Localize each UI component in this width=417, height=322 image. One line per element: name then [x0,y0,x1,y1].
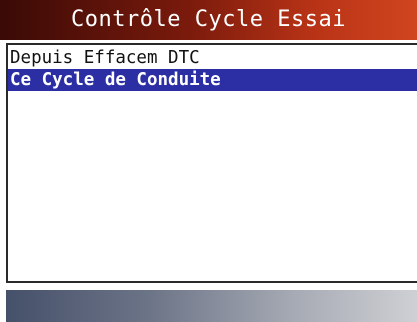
menu-item-label: Depuis Effacem DTC [10,48,200,68]
page-title-text: Contrôle Cycle Essai [71,7,346,32]
menu-item-this-drive-cycle[interactable]: Ce Cycle de Conduite [8,69,417,91]
menu-item-since-dtc-clear[interactable]: Depuis Effacem DTC [8,47,417,69]
menu-list: Depuis Effacem DTC Ce Cycle de Conduite [6,43,417,283]
footer-bar [6,290,417,322]
page-title: Contrôle Cycle Essai [0,0,417,40]
menu-item-label: Ce Cycle de Conduite [10,70,221,90]
device-screen: Contrôle Cycle Essai Depuis Effacem DTC … [0,0,417,322]
